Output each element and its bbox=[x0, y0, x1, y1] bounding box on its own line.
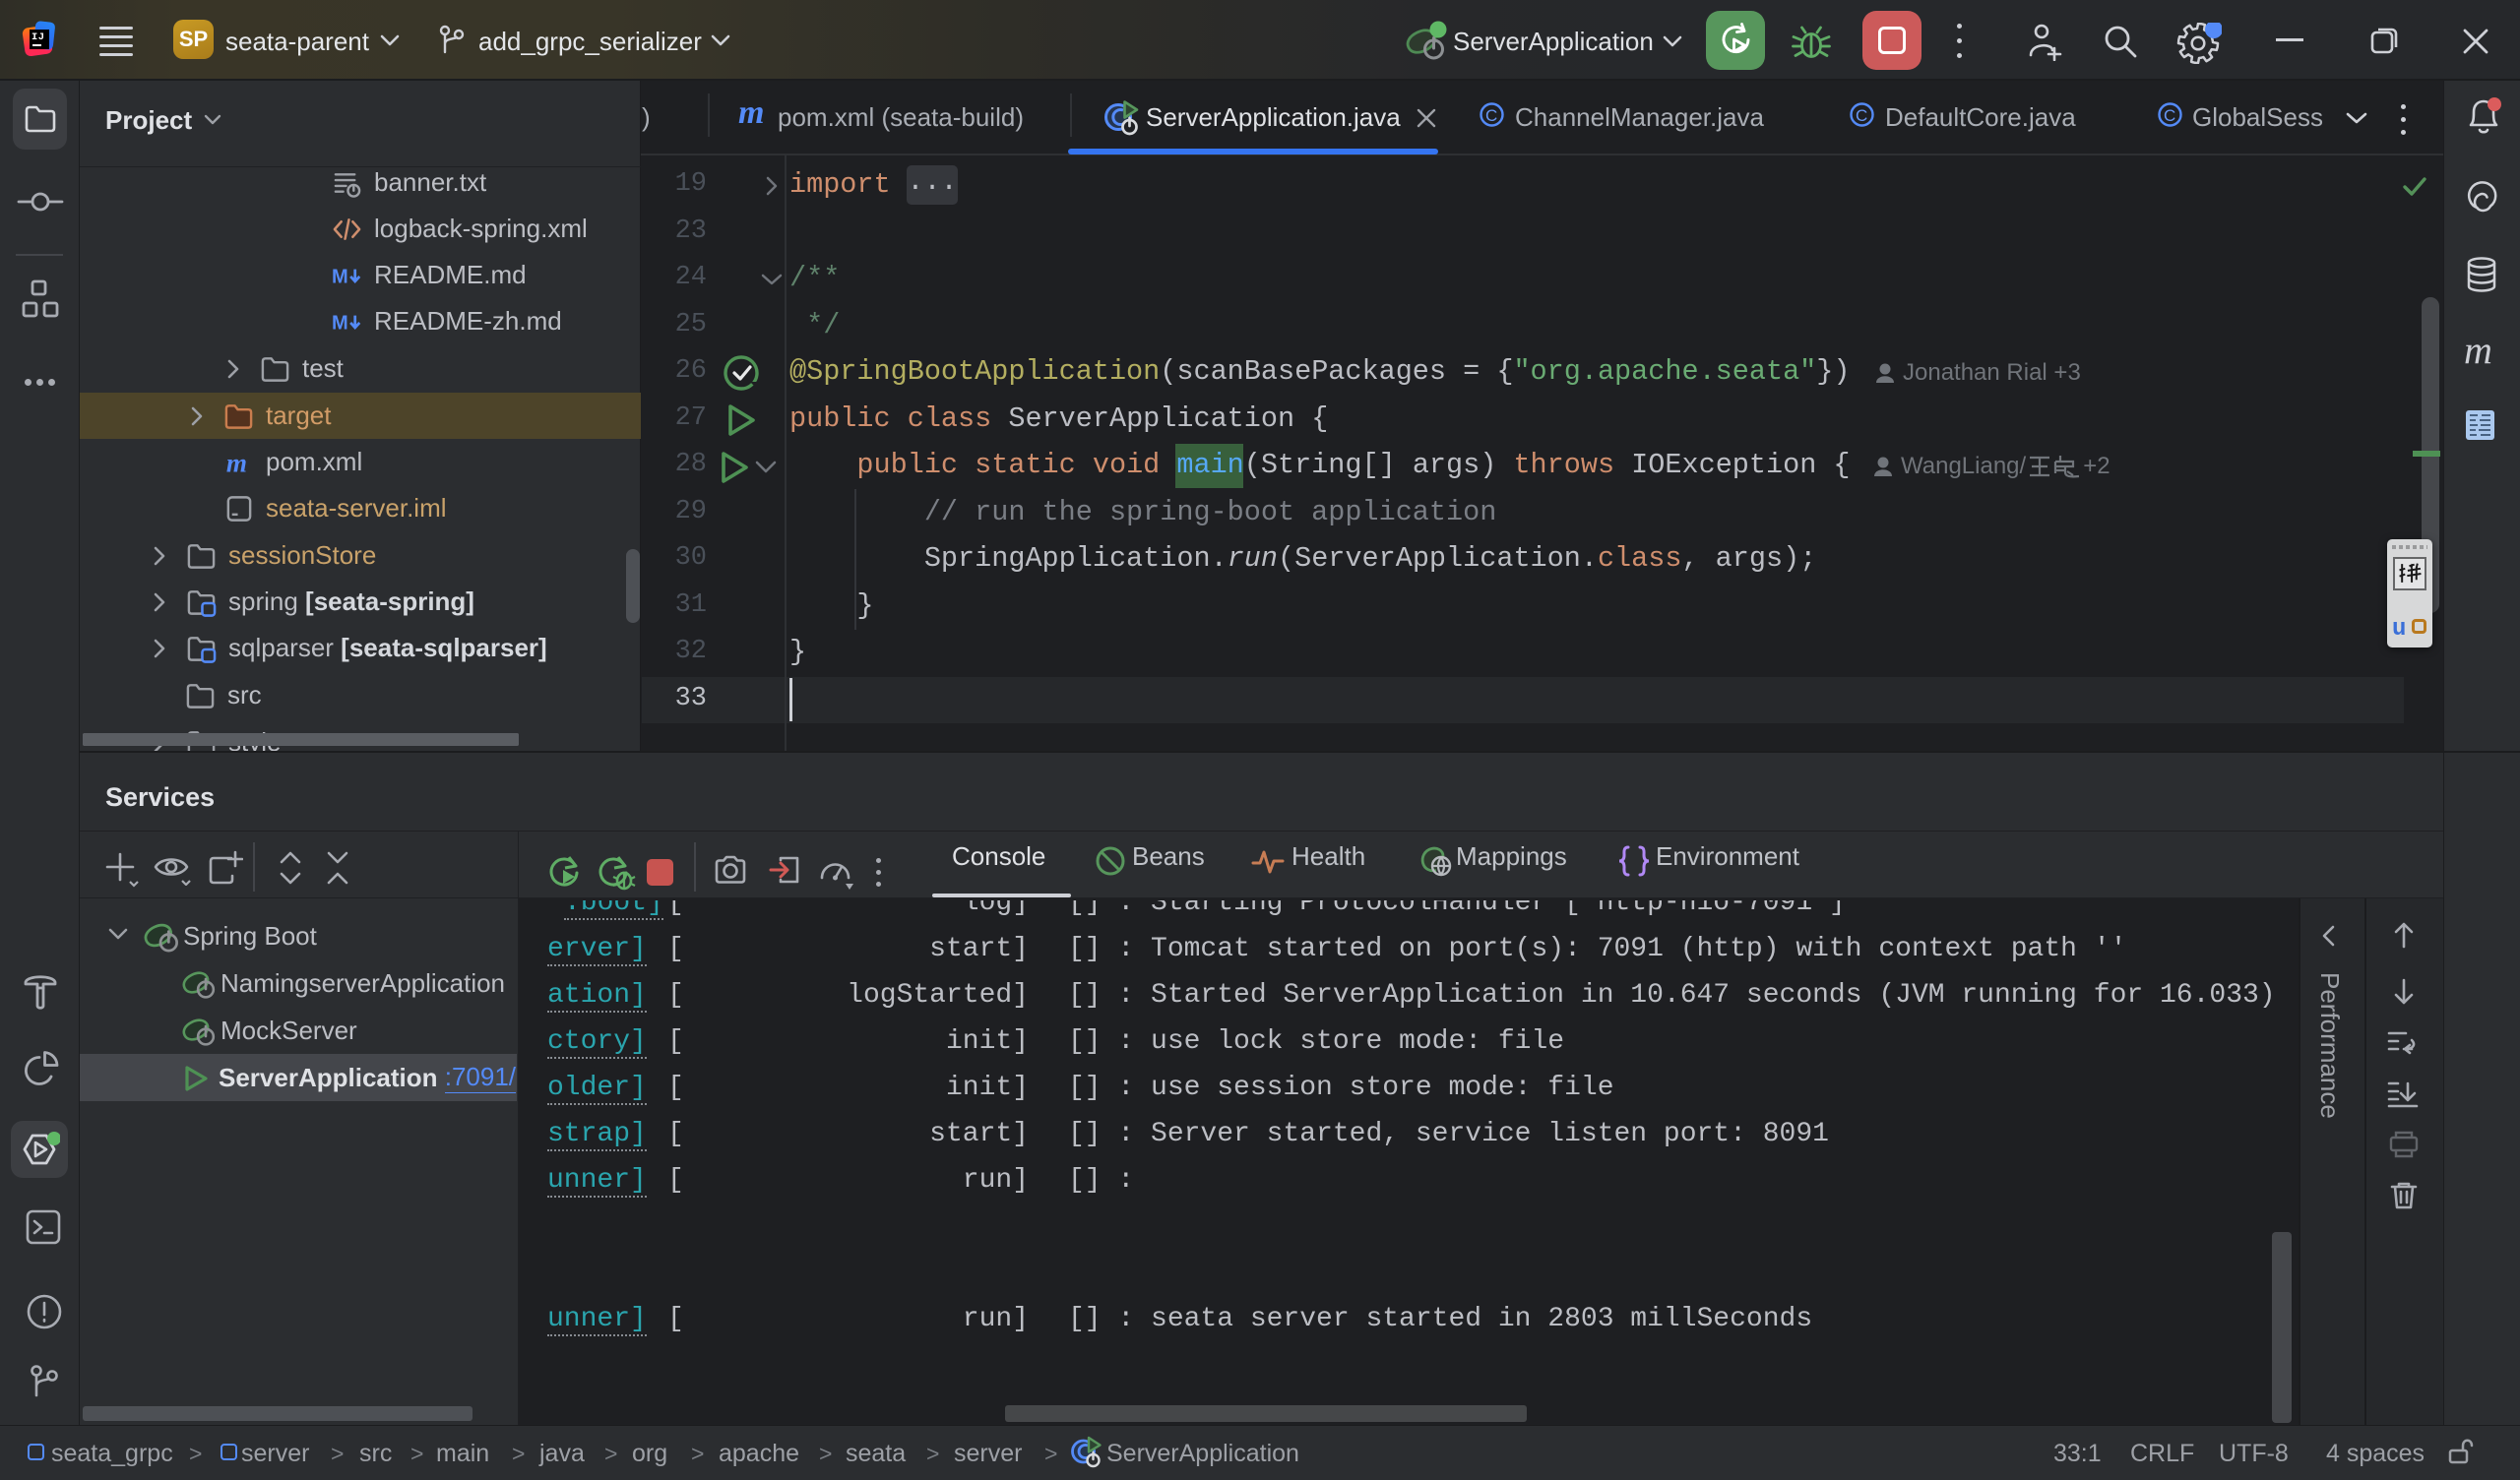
svg-text:M: M bbox=[332, 266, 348, 287]
svg-text:C: C bbox=[1856, 106, 1867, 125]
svg-text:M: M bbox=[332, 312, 348, 334]
svg-text:m: m bbox=[738, 94, 764, 131]
svg-text:C: C bbox=[2164, 106, 2175, 125]
svg-text:m: m bbox=[226, 448, 247, 476]
svg-text:m: m bbox=[2464, 331, 2492, 372]
svg-text:C: C bbox=[1485, 106, 1497, 125]
